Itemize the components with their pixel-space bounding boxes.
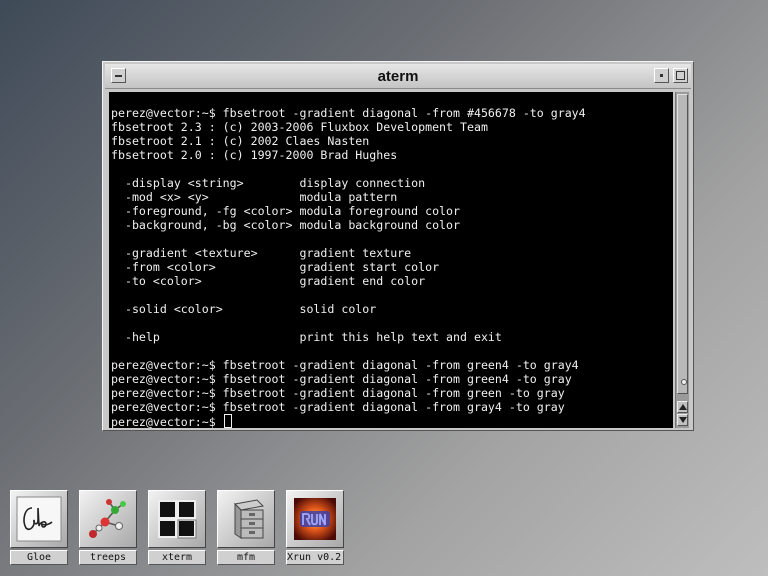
terminal-line: -from <color> gradient start color — [111, 260, 440, 274]
window-title: aterm — [377, 68, 419, 85]
terminal-line: perez@vector:~$ fbsetroot -gradient diag… — [111, 400, 565, 414]
molecule-tree-icon — [89, 499, 126, 538]
gloe-signature-icon — [16, 496, 62, 542]
dock-label: xterm — [148, 550, 206, 565]
scroll-down-button[interactable] — [677, 414, 688, 426]
scroll-up-button[interactable] — [677, 401, 688, 413]
terminal-line: -background, -bg <color> modula backgrou… — [111, 218, 461, 232]
aterm-window: aterm perez@vector:~$ fbsetroot -gradien… — [102, 61, 694, 431]
dock-item-xterm[interactable]: xterm — [148, 490, 206, 568]
terminal-cursor — [223, 414, 232, 428]
terminal-line: -gradient <texture> gradient texture — [111, 246, 412, 260]
terminal-line: -solid <color> solid color — [111, 302, 377, 316]
dock-label: Xrun v0.2. — [286, 550, 344, 565]
dock-item-xrun[interactable]: Xrun v0.2. — [286, 490, 344, 568]
scrollbar-grip-icon — [681, 379, 687, 385]
dock-tile[interactable] — [148, 490, 206, 548]
xterm-windows-icon — [158, 500, 197, 539]
terminal-prompt-line[interactable]: perez@vector:~$ — [111, 414, 586, 428]
terminal-output: perez@vector:~$ fbsetroot -gradient diag… — [111, 106, 586, 428]
terminal-line: -to <color> gradient end color — [111, 274, 426, 288]
terminal-line: -foreground, -fg <color> modula foregrou… — [111, 204, 461, 218]
iconify-button[interactable] — [654, 68, 669, 83]
terminal-scrollbar[interactable] — [675, 92, 689, 428]
scrollbar-thumb[interactable] — [677, 94, 688, 394]
terminal-line: fbsetroot 2.1 : (c) 2002 Claes Nasten — [111, 134, 370, 148]
dock-item-gloe[interactable]: Gloe — [10, 490, 68, 568]
dock-item-treeps[interactable]: treeps — [79, 490, 137, 568]
terminal-line: -help print this help text and exit — [111, 330, 502, 344]
dock-label: treeps — [79, 550, 137, 565]
dock-label: mfm — [217, 550, 275, 565]
dock-tile[interactable] — [217, 490, 275, 548]
terminal-line: -display <string> display connection — [111, 176, 426, 190]
dock-tile[interactable] — [10, 490, 68, 548]
dock-label: Gloe — [10, 550, 68, 565]
window-titlebar[interactable]: aterm — [105, 64, 691, 89]
terminal-line: perez@vector:~$ fbsetroot -gradient diag… — [111, 358, 579, 372]
terminal-line: perez@vector:~$ fbsetroot -gradient diag… — [111, 372, 572, 386]
terminal-line: perez@vector:~$ fbsetroot -gradient diag… — [111, 386, 565, 400]
file-cabinet-icon — [233, 499, 265, 539]
dock-tile[interactable] — [79, 490, 137, 548]
xrun-logo-icon — [294, 498, 336, 540]
dock-item-mfm[interactable]: mfm — [217, 490, 275, 568]
terminal-line: fbsetroot 2.3 : (c) 2003-2006 Fluxbox De… — [111, 120, 488, 134]
terminal-line: fbsetroot 2.0 : (c) 1997-2000 Brad Hughe… — [111, 148, 398, 162]
terminal-area[interactable]: perez@vector:~$ fbsetroot -gradient diag… — [109, 92, 673, 428]
terminal-prompt: perez@vector:~$ — [111, 415, 223, 428]
dock-tile[interactable] — [286, 490, 344, 548]
maximize-button[interactable] — [673, 68, 688, 83]
terminal-line: -mod <x> <y> modula pattern — [111, 190, 398, 204]
terminal-line: perez@vector:~$ fbsetroot -gradient diag… — [111, 106, 586, 120]
